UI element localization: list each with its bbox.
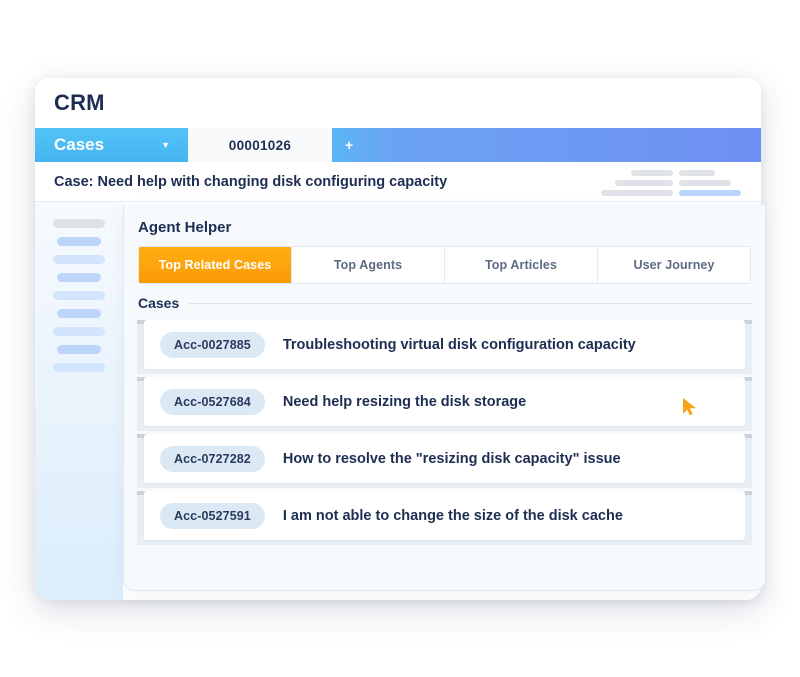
case-title: Need help resizing the disk storage — [282, 393, 527, 410]
nav-placeholder-7[interactable] — [53, 327, 105, 336]
tab-user-journey[interactable]: User Journey — [598, 247, 750, 283]
section-divider — [189, 302, 751, 304]
skeleton-bar — [679, 179, 731, 186]
tab-label: User Journey — [633, 258, 715, 272]
skeleton-bar — [631, 169, 673, 176]
skeleton-column-left — [601, 169, 673, 196]
nav-placeholder-9[interactable] — [53, 363, 105, 372]
header-detail-skeleton — [601, 168, 741, 196]
case-row[interactable]: Acc-0527591 I am not able to change the s… — [144, 491, 745, 540]
object-tab-label: Cases — [54, 135, 105, 154]
cases-section-label: Cases — [138, 295, 180, 311]
case-id-badge: Acc-0527591 — [160, 502, 265, 529]
related-cases-list: Acc-0027885 Troubleshooting virtual disk … — [137, 320, 752, 545]
nav-placeholder-1[interactable] — [53, 219, 105, 228]
skeleton-bar-accent — [679, 189, 741, 196]
cases-section-header: Cases — [138, 295, 751, 311]
case-id-badge: Acc-0727282 — [160, 445, 265, 472]
nav-placeholder-6[interactable] — [57, 309, 101, 318]
case-row-container: Acc-0727282 How to resolve the "resizing … — [137, 434, 752, 488]
object-tab-cases[interactable]: Cases ▼ — [35, 128, 188, 162]
case-row[interactable]: Acc-0027885 Troubleshooting virtual disk … — [144, 320, 745, 369]
page-title: Case: Need help with changing disk confi… — [54, 173, 448, 190]
add-tab-button[interactable]: + — [332, 128, 761, 162]
record-tab-00001026[interactable]: 00001026 — [188, 128, 332, 162]
agent-helper-panel: Agent Helper Top Related Cases Top Agents… — [123, 205, 766, 591]
chevron-down-icon[interactable]: ▼ — [161, 140, 170, 150]
tab-label: Top Agents — [333, 258, 403, 272]
case-row[interactable]: Acc-0527684 Need help resizing the disk s… — [144, 377, 745, 426]
nav-placeholder-2[interactable] — [57, 237, 101, 246]
case-id-badge: Acc-0027885 — [160, 331, 265, 358]
case-row[interactable]: Acc-0727282 How to resolve the "resizing … — [144, 434, 745, 483]
agent-helper-tabs: Top Related Cases Top Agents Top Articles U… — [138, 246, 751, 284]
tab-label: Top Articles — [484, 258, 558, 272]
brand-bar: CRM — [35, 78, 761, 128]
tab-strip: Cases ▼ 00001026 + — [35, 128, 761, 162]
skeleton-bar — [679, 169, 715, 176]
case-row-container: Acc-0527591 I am not able to change the s… — [137, 491, 752, 545]
nav-placeholder-5[interactable] — [53, 291, 105, 300]
tab-top-related-cases[interactable]: Top Related Cases — [139, 247, 292, 283]
agent-helper-title: Agent Helper — [138, 219, 232, 236]
skeleton-column-right — [679, 169, 741, 196]
record-tab-label: 00001026 — [228, 137, 292, 153]
nav-placeholder-8[interactable] — [57, 345, 101, 354]
tab-label: Top Related Cases — [158, 258, 272, 272]
case-row-container: Acc-0527684 Need help resizing the disk s… — [137, 377, 752, 431]
plus-icon: + — [345, 137, 354, 153]
skeleton-bar — [601, 189, 673, 196]
tab-top-agents[interactable]: Top Agents — [292, 247, 445, 283]
case-row-container: Acc-0027885 Troubleshooting virtual disk … — [137, 320, 752, 374]
case-title: How to resolve the "resizing disk capaci… — [282, 450, 621, 467]
record-header: Case: Need help with changing disk confi… — [35, 162, 761, 202]
nav-placeholder-3[interactable] — [53, 255, 105, 264]
sidebar-nav — [35, 202, 123, 600]
case-title: I am not able to change the size of the … — [282, 507, 623, 524]
case-title: Troubleshooting virtual disk configurati… — [282, 336, 636, 353]
case-id-badge: Acc-0527684 — [160, 388, 265, 415]
skeleton-bar — [615, 179, 673, 186]
screenshot-stage: CRM Cases ▼ 00001026 + Case: Need help w… — [0, 0, 800, 677]
app-title: CRM — [54, 90, 105, 115]
nav-placeholder-4[interactable] — [57, 273, 101, 282]
tab-top-articles[interactable]: Top Articles — [445, 247, 598, 283]
